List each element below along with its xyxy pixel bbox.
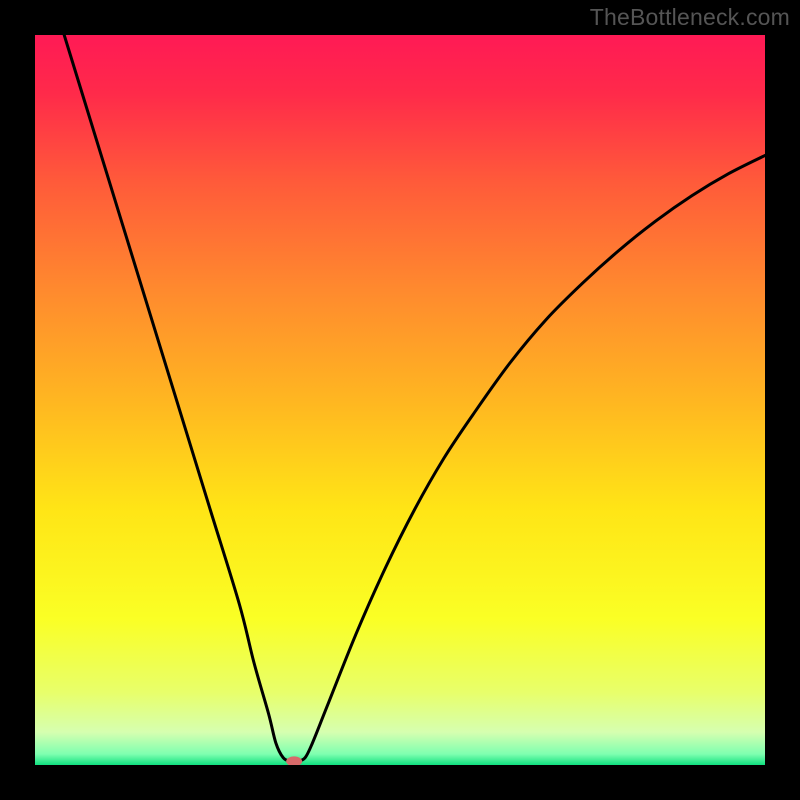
bottleneck-chart	[35, 35, 765, 765]
watermark-text: TheBottleneck.com	[590, 4, 790, 31]
plot-area	[35, 35, 765, 765]
gradient-background	[35, 35, 765, 765]
chart-frame: TheBottleneck.com	[0, 0, 800, 800]
